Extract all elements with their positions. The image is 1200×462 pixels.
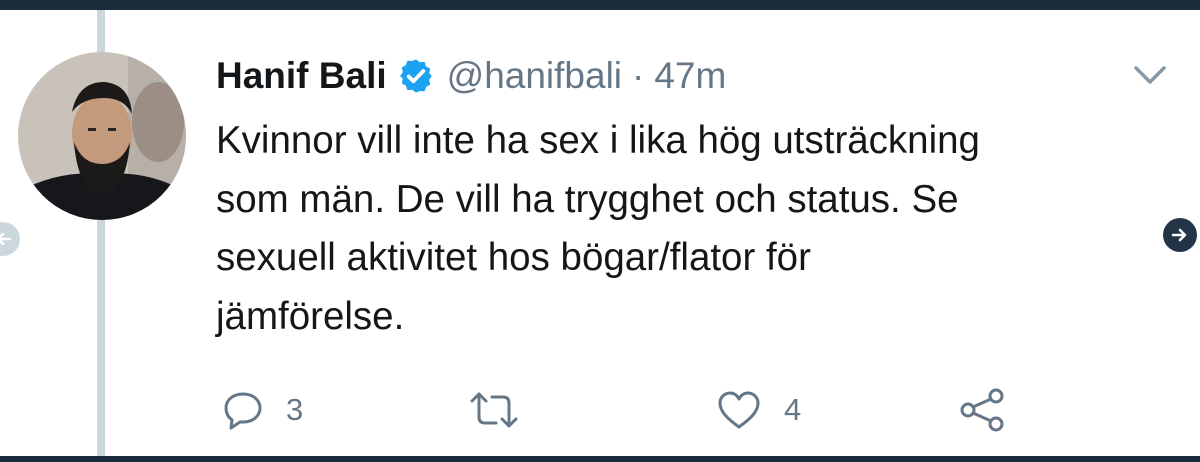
arrow-left-icon[interactable] [0,222,20,256]
avatar[interactable] [18,52,186,220]
reply-count: 3 [286,392,304,427]
chevron-down-icon[interactable] [1130,60,1170,90]
handle[interactable]: @hanifbali [447,55,622,97]
timestamp[interactable]: 47m [654,55,726,97]
window-top-bar [0,0,1200,10]
arrow-right-icon[interactable] [1163,218,1197,252]
tweet-text: Kvinnor vill inte ha sex i lika hög utst… [216,119,980,338]
share-icon [958,387,1008,433]
tweet-actions: 3 4 [0,380,1200,440]
like-count: 4 [784,392,802,427]
display-name[interactable]: Hanif Bali [216,55,387,97]
retweet-icon [466,389,522,431]
avatar-photo [18,52,186,220]
retweet-button[interactable] [466,380,544,440]
reply-icon [222,389,264,431]
tweet-header: Hanif Bali @hanifbali · 47m [216,52,726,100]
reply-button[interactable]: 3 [222,380,303,440]
window-bottom-bar [0,456,1200,462]
header-separator: · [632,55,645,96]
verified-icon [397,57,435,95]
share-button[interactable] [958,380,1008,440]
like-icon [716,389,762,431]
like-button[interactable]: 4 [716,380,801,440]
